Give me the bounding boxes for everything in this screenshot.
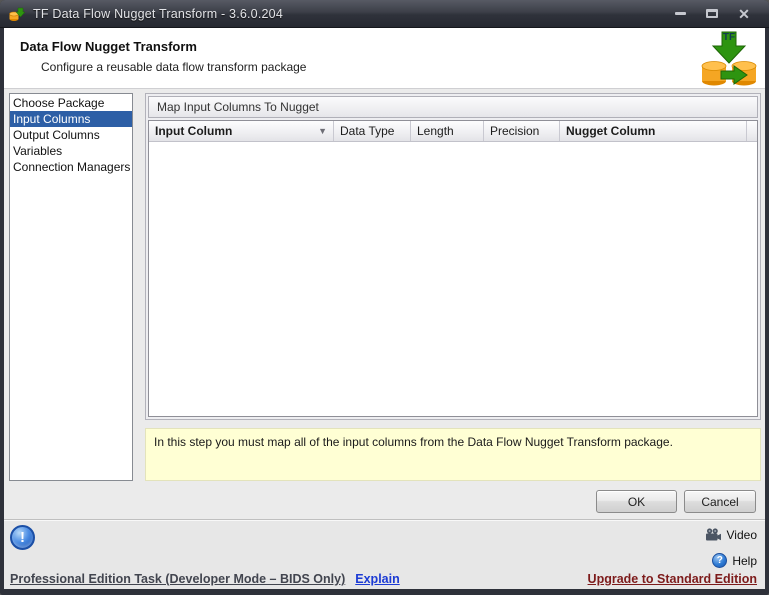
info-icon[interactable]: ! — [10, 525, 35, 550]
minimize-button[interactable] — [669, 5, 691, 23]
explain-link[interactable]: Explain — [355, 572, 399, 586]
column-header-input-column[interactable]: Input Column ▼ — [149, 121, 334, 141]
ok-button[interactable]: OK — [596, 490, 677, 513]
close-button[interactable]: ✕ — [733, 5, 755, 23]
dialog-header: Data Flow Nugget Transform Configure a r… — [4, 28, 765, 89]
step-instruction-text: In this step you must map all of the inp… — [154, 435, 673, 449]
window-frame-right — [765, 28, 769, 589]
column-header-label: Input Column — [155, 124, 233, 138]
sidebar-item-connection-managers[interactable]: Connection Managers — [10, 159, 132, 175]
upgrade-link[interactable]: Upgrade to Standard Edition — [588, 572, 757, 586]
page-title: Data Flow Nugget Transform — [20, 39, 197, 54]
info-glyph: ! — [20, 529, 25, 546]
mapping-table: Input Column ▼ Data Type Length Precisio… — [148, 120, 758, 417]
video-label: Video — [726, 528, 757, 542]
window-frame-bottom — [0, 589, 769, 595]
nugget-transform-icon: TF — [701, 31, 757, 86]
app-icon — [9, 7, 25, 21]
close-icon: ✕ — [738, 5, 750, 22]
column-header-filler — [747, 121, 757, 141]
column-header-nugget-column[interactable]: Nugget Column — [560, 121, 747, 141]
maximize-icon — [706, 9, 718, 18]
table-body-empty[interactable] — [149, 142, 757, 416]
window-frame-left — [0, 28, 4, 589]
step-list: Choose Package Input Columns Output Colu… — [9, 93, 133, 481]
help-label: Help — [732, 553, 757, 568]
column-header-data-type[interactable]: Data Type — [334, 121, 411, 141]
maximize-button[interactable] — [701, 5, 723, 23]
minimize-icon — [674, 12, 686, 15]
group-title: Map Input Columns To Nugget — [148, 96, 758, 118]
help-icon: ? — [712, 553, 728, 568]
sidebar-item-variables[interactable]: Variables — [10, 143, 132, 159]
title-bar: TF Data Flow Nugget Transform - 3.6.0.20… — [0, 0, 769, 28]
sidebar-item-input-columns[interactable]: Input Columns — [10, 111, 132, 127]
main-area: Choose Package Input Columns Output Colu… — [4, 89, 765, 519]
help-link[interactable]: ? Help — [712, 553, 757, 568]
footer-area: ! Video ? Help Professional Edition Task… — [4, 519, 765, 589]
step-instruction-box: In this step you must map all of the inp… — [145, 428, 761, 481]
cancel-button[interactable]: Cancel — [684, 490, 756, 513]
column-header-precision[interactable]: Precision — [484, 121, 560, 141]
video-camera-icon — [705, 528, 721, 541]
map-columns-panel: Map Input Columns To Nugget Input Column… — [145, 93, 761, 420]
column-header-length[interactable]: Length — [411, 121, 484, 141]
sort-desc-icon: ▼ — [318, 126, 327, 136]
table-header-row: Input Column ▼ Data Type Length Precisio… — [149, 121, 757, 142]
icon-tf-label: TF — [723, 32, 735, 43]
video-link[interactable]: Video — [705, 528, 757, 542]
status-row: Professional Edition Task (Developer Mod… — [10, 572, 757, 586]
sidebar-item-output-columns[interactable]: Output Columns — [10, 127, 132, 143]
edition-label: Professional Edition Task (Developer Mod… — [10, 572, 346, 586]
help-glyph: ? — [716, 555, 723, 566]
window-title: TF Data Flow Nugget Transform - 3.6.0.20… — [33, 6, 283, 21]
sidebar-item-choose-package[interactable]: Choose Package — [10, 95, 132, 111]
dialog-window: TF Data Flow Nugget Transform - 3.6.0.20… — [0, 0, 769, 595]
page-subtitle: Configure a reusable data flow transform… — [41, 60, 307, 74]
